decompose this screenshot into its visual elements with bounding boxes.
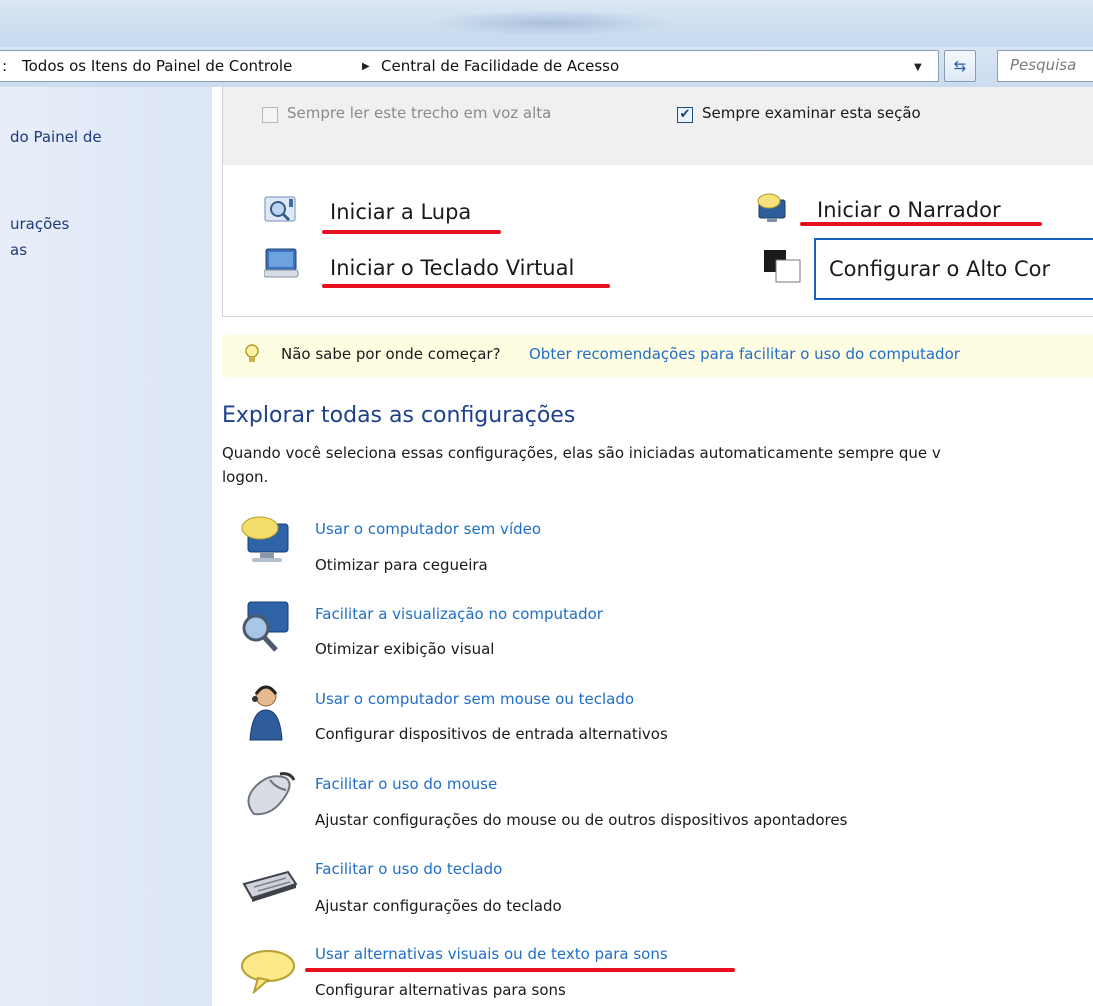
refresh-button[interactable]: ⇆ [944, 50, 976, 82]
tip-question: Não sabe por onde começar? [281, 345, 501, 363]
chevron-right-icon[interactable]: ▶ [362, 61, 370, 72]
make-keyboard-easier-desc: Ajustar configurações do teclado [315, 897, 562, 915]
start-narrator-link[interactable]: Iniciar o Narrador [817, 198, 1001, 222]
keyboard-icon [242, 870, 298, 902]
person-headset-icon [249, 685, 283, 741]
use-without-display-link[interactable]: Usar o computador sem vídeo [315, 520, 541, 538]
section-heading: Explorar todas as configurações [222, 403, 576, 428]
highlight-underline [800, 222, 1042, 226]
use-without-mouse-or-keyboard-desc: Configurar dispositivos de entrada alter… [315, 725, 668, 743]
monitor-speech-icon [241, 516, 289, 562]
use-without-mouse-or-keyboard-link[interactable]: Usar o computador sem mouse ou teclado [315, 690, 634, 708]
use-without-display-desc: Otimizar para cegueira [315, 556, 488, 574]
breadcrumb-separator: : [2, 57, 8, 75]
window-title-bar [0, 0, 1093, 47]
sidebar-item-settings[interactable]: urações [10, 215, 69, 233]
visual-alternatives-for-sounds-link[interactable]: Usar alternativas visuais ou de texto pa… [315, 945, 668, 963]
start-virtual-keyboard-link[interactable]: Iniciar o Teclado Virtual [330, 256, 574, 280]
mouse-icon [247, 772, 296, 816]
on-screen-keyboard-icon [264, 248, 299, 278]
magnifier-monitor-icon [242, 601, 289, 652]
read-aloud-checkbox[interactable] [262, 107, 278, 123]
scan-section-checkbox[interactable]: ✔ [677, 107, 693, 123]
highlight-underline [305, 968, 735, 972]
make-mouse-easier-link[interactable]: Facilitar o uso do mouse [315, 775, 497, 793]
breadcrumb-item-ease-of-access[interactable]: Central de Facilidade de Acesso [381, 57, 619, 75]
breadcrumb-item-all-items[interactable]: Todos os Itens do Painel de Controle [22, 57, 292, 75]
visual-alternatives-for-sounds-desc: Configurar alternativas para sons [315, 981, 566, 999]
lightbulb-icon [245, 344, 259, 362]
read-aloud-label: Sempre ler este trecho em voz alta [287, 104, 552, 122]
magnifier-icon [264, 196, 296, 222]
highlight-underline [322, 284, 610, 288]
speech-bubble-icon [241, 950, 295, 994]
high-contrast-icon [764, 250, 801, 283]
section-description: Quando você seleciona essas configuraçõe… [222, 444, 941, 486]
make-keyboard-easier-link[interactable]: Facilitar o uso do teclado [315, 860, 502, 878]
narrator-icon [757, 193, 786, 222]
make-mouse-easier-desc: Ajustar configurações do mouse ou de out… [315, 811, 848, 829]
make-computer-easier-to-see-desc: Otimizar exibição visual [315, 640, 495, 658]
sidebar-item-settings-cont[interactable]: as [10, 241, 27, 259]
sidebar-item-control-panel-home[interactable]: do Painel de [10, 128, 102, 146]
refresh-icon: ⇆ [953, 57, 967, 75]
quick-access-panel [222, 87, 1093, 166]
set-high-contrast-link[interactable]: Configurar o Alto Cor [829, 257, 1050, 281]
highlight-underline [322, 230, 501, 234]
chevron-down-icon[interactable]: ▼ [914, 62, 922, 73]
search-input[interactable]: Pesquisa [997, 50, 1093, 82]
start-magnifier-link[interactable]: Iniciar a Lupa [330, 200, 471, 224]
make-computer-easier-to-see-link[interactable]: Facilitar a visualização no computador [315, 605, 603, 623]
scan-section-label: Sempre examinar esta seção [702, 104, 921, 122]
get-recommendations-link[interactable]: Obter recomendações para facilitar o uso… [529, 345, 960, 363]
